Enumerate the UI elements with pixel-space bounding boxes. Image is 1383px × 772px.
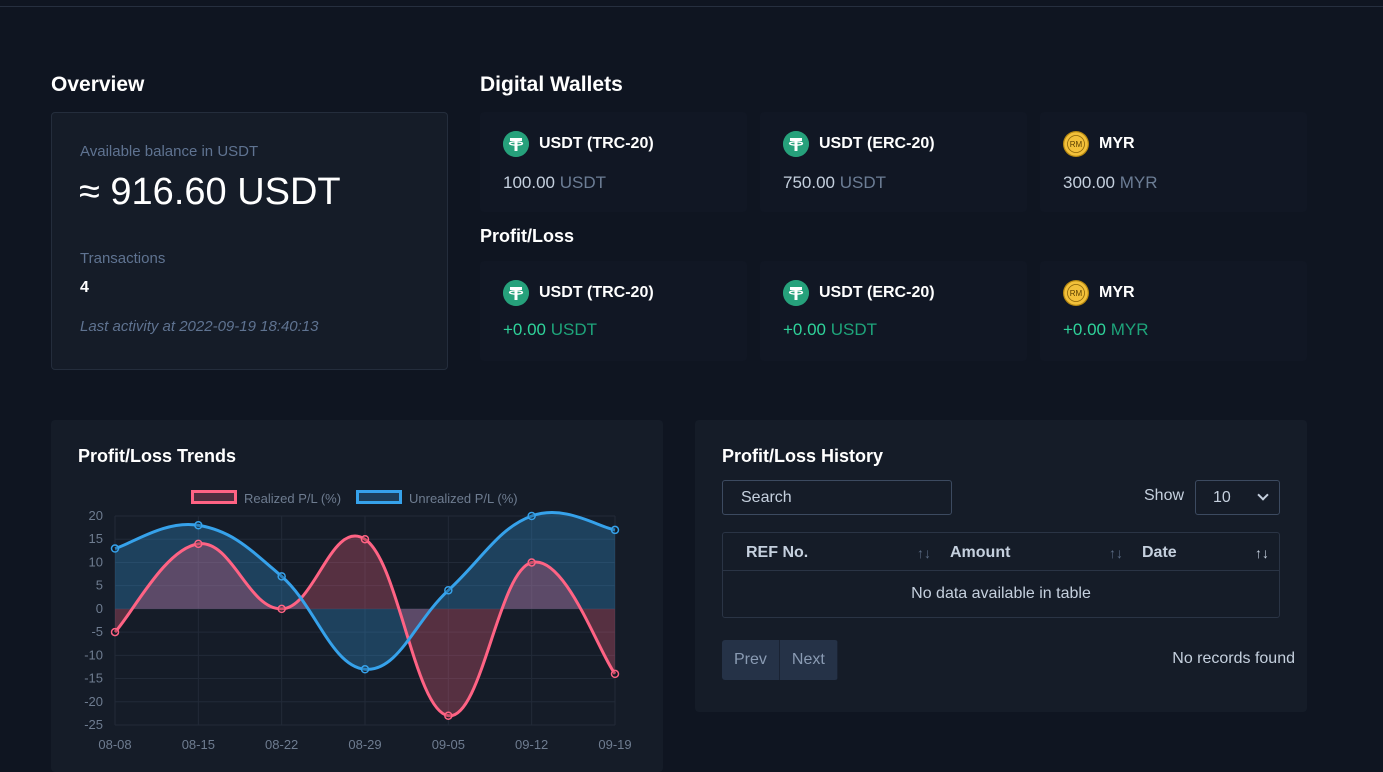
wallet-amount: 100.00 USDT bbox=[503, 173, 607, 192]
wallet-card-usdt-trc20[interactable]: USDT (TRC-20) 100.00 USDT bbox=[480, 112, 747, 212]
next-button[interactable]: Next bbox=[779, 640, 838, 680]
wallet-name: USDT (TRC-20) bbox=[539, 135, 654, 152]
data-point bbox=[277, 572, 286, 581]
y-tick-label: 20 bbox=[89, 508, 103, 523]
top-divider bbox=[0, 6, 1383, 7]
svg-text:RM: RM bbox=[1070, 140, 1083, 149]
sort-icon[interactable]: ↑↓ bbox=[1109, 545, 1123, 561]
history-table: REF No. ↑↓ Amount ↑↓ Date ↑↓ No data ava… bbox=[722, 532, 1280, 618]
x-tick-label: 09-19 bbox=[598, 737, 631, 752]
balance-value: ≈ 916.60 USDT bbox=[79, 171, 341, 213]
ringgit-icon: RM bbox=[1063, 280, 1089, 306]
tether-icon bbox=[503, 131, 529, 157]
data-point bbox=[444, 586, 453, 595]
data-point bbox=[610, 669, 620, 679]
col-amount[interactable]: Amount bbox=[950, 544, 1010, 562]
trends-chart: 20 15 10 5 0 -5 -10 -15 -20 -25 08-08 08-15 08-22 08-… bbox=[84, 508, 631, 752]
wallet-name: USDT (ERC-20) bbox=[819, 135, 935, 152]
records-info: No records found bbox=[1172, 650, 1295, 667]
transactions-label: Transactions bbox=[80, 250, 166, 267]
show-label: Show bbox=[1144, 487, 1185, 504]
y-tick-label: 5 bbox=[96, 578, 103, 593]
overview-card: Available balance in USDT ≈ 916.60 USDT … bbox=[51, 112, 448, 370]
history-panel: Profit/Loss History Search Show 10 REF N… bbox=[695, 420, 1307, 712]
data-point bbox=[527, 558, 536, 567]
tether-icon bbox=[783, 131, 809, 157]
x-tick-label: 08-15 bbox=[182, 737, 215, 752]
x-tick-label: 09-12 bbox=[515, 737, 548, 752]
y-tick-label: 15 bbox=[89, 531, 103, 546]
wallet-card-usdt-erc20[interactable]: USDT (ERC-20) 750.00 USDT bbox=[760, 112, 1027, 212]
last-activity: Last activity at 2022-09-19 18:40:13 bbox=[80, 318, 319, 335]
data-point bbox=[110, 627, 120, 637]
tether-icon bbox=[503, 280, 529, 306]
profit-loss-title: Profit/Loss bbox=[480, 226, 575, 246]
sort-desc-icon[interactable]: ↑↓ bbox=[1255, 545, 1269, 561]
page-size-value: 10 bbox=[1213, 489, 1231, 506]
x-tick-label: 09-05 bbox=[432, 737, 465, 752]
data-point bbox=[194, 521, 203, 530]
pagination: Prev Next bbox=[722, 640, 838, 680]
transactions-count: 4 bbox=[80, 279, 89, 296]
y-tick-label: -20 bbox=[84, 694, 103, 709]
y-tick-label: 0 bbox=[96, 601, 103, 616]
data-point bbox=[527, 511, 536, 521]
pl-amount: +0.00 MYR bbox=[1063, 320, 1149, 339]
pl-card-usdt-erc20[interactable]: USDT (ERC-20) +0.00 USDT bbox=[760, 261, 1027, 361]
wallets-title: Digital Wallets bbox=[480, 73, 623, 96]
history-title: Profit/Loss History bbox=[722, 446, 884, 466]
wallet-card-myr[interactable]: RM MYR 300.00 MYR bbox=[1040, 112, 1307, 212]
data-point bbox=[360, 665, 370, 674]
search-input[interactable]: Search bbox=[722, 480, 952, 515]
y-tick-label: -25 bbox=[84, 717, 103, 732]
data-point bbox=[360, 534, 370, 544]
data-point bbox=[277, 604, 286, 614]
ringgit-icon: RM bbox=[1063, 131, 1089, 157]
x-tick-label: 08-08 bbox=[98, 737, 131, 752]
trends-panel: Profit/Loss Trends Realized P/L (%) Unre… bbox=[51, 420, 663, 772]
sort-icon[interactable]: ↑↓ bbox=[917, 545, 931, 561]
prev-button[interactable]: Prev bbox=[722, 640, 780, 680]
data-point bbox=[444, 711, 453, 720]
wallet-amount: 300.00 MYR bbox=[1063, 173, 1158, 192]
data-point bbox=[110, 544, 120, 553]
x-tick-label: 08-22 bbox=[265, 737, 298, 752]
y-tick-label: -10 bbox=[84, 647, 103, 662]
pl-card-myr[interactable]: RM MYR +0.00 MYR bbox=[1040, 261, 1307, 361]
pl-amount: +0.00 USDT bbox=[783, 320, 878, 339]
wallet-amount: 750.00 USDT bbox=[783, 173, 887, 192]
chevron-down-icon bbox=[1257, 489, 1269, 501]
tether-icon bbox=[783, 280, 809, 306]
table-header: REF No. ↑↓ Amount ↑↓ Date ↑↓ bbox=[723, 533, 1279, 571]
x-tick-label: 08-29 bbox=[348, 737, 381, 752]
svg-text:RM: RM bbox=[1070, 289, 1083, 298]
pl-name: USDT (TRC-20) bbox=[539, 284, 654, 301]
wallet-name: MYR bbox=[1099, 135, 1135, 152]
col-ref-no[interactable]: REF No. bbox=[746, 544, 808, 562]
y-tick-label: 10 bbox=[89, 554, 103, 569]
col-date[interactable]: Date bbox=[1142, 544, 1177, 562]
balance-label: Available balance in USDT bbox=[80, 143, 259, 160]
pl-name: MYR bbox=[1099, 284, 1135, 301]
y-tick-label: -15 bbox=[84, 671, 103, 686]
overview-title: Overview bbox=[51, 73, 145, 96]
pl-name: USDT (ERC-20) bbox=[819, 284, 935, 301]
pl-card-usdt-trc20[interactable]: USDT (TRC-20) +0.00 USDT bbox=[480, 261, 747, 361]
data-point bbox=[194, 539, 203, 549]
data-point bbox=[610, 525, 620, 535]
page-size-select[interactable]: 10 bbox=[1195, 480, 1280, 515]
pl-amount: +0.00 USDT bbox=[503, 320, 598, 339]
empty-table-message: No data available in table bbox=[911, 585, 1091, 602]
y-tick-label: -5 bbox=[91, 624, 103, 639]
